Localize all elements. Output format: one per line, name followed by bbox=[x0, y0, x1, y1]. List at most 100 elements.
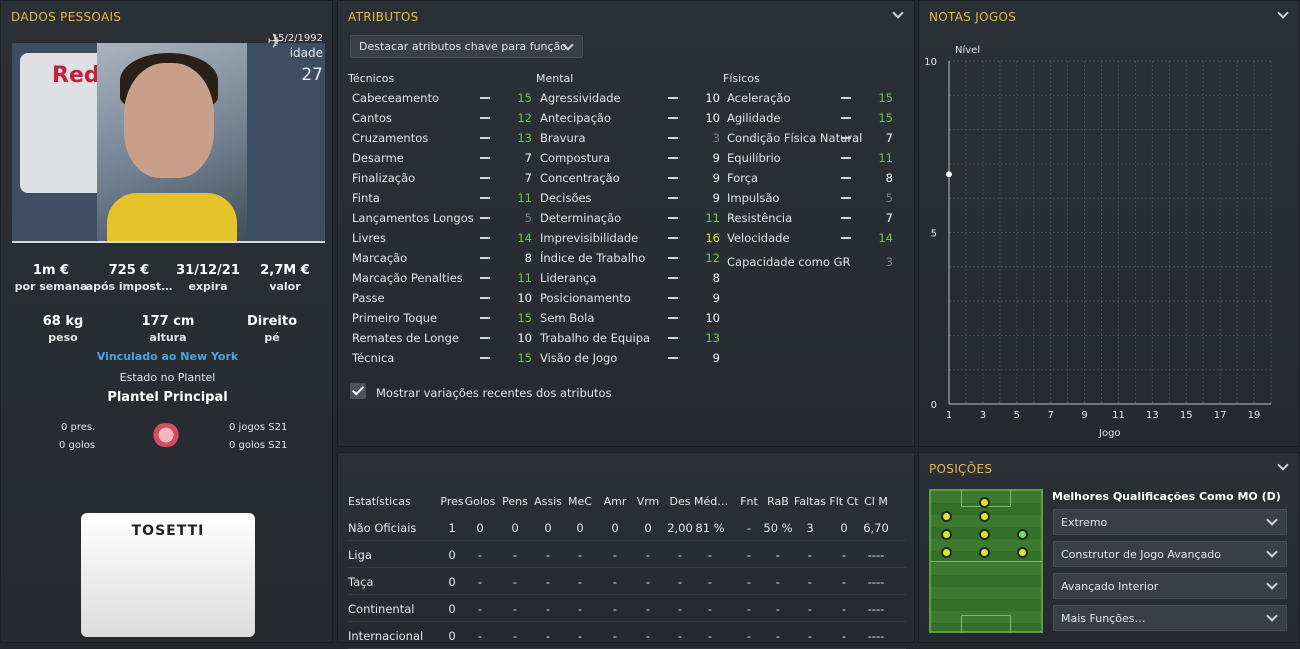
role-select-3[interactable]: Avançado Interior bbox=[1053, 573, 1287, 599]
attribute-value: 13 bbox=[705, 331, 720, 345]
attribute-name: Cabeceamento bbox=[352, 91, 440, 105]
mental-attribute-row: Índice de Trabalho 12 bbox=[540, 248, 720, 268]
attribute-name: Determinação bbox=[540, 211, 622, 225]
attribute-change-indicator bbox=[841, 157, 851, 159]
attribute-change-indicator bbox=[668, 357, 678, 359]
attribute-name: Resistência bbox=[727, 211, 793, 225]
role-select-1[interactable]: Extremo bbox=[1053, 509, 1287, 535]
attribute-value: 9 bbox=[712, 291, 720, 305]
stats-header[interactable]: RaB bbox=[762, 495, 794, 508]
positions-title: POSIÇÕES bbox=[929, 462, 993, 476]
stats-cell: - bbox=[577, 602, 583, 616]
stats-header[interactable]: Méd… bbox=[694, 495, 728, 508]
attribute-value: 9 bbox=[712, 351, 720, 365]
mental-attribute-row: Liderança 8 bbox=[540, 268, 720, 288]
attribute-change-indicator bbox=[668, 137, 678, 139]
attribute-name: Índice de Trabalho bbox=[540, 251, 646, 265]
attribute-name: Antecipação bbox=[540, 111, 612, 125]
stats-header[interactable]: Flt Ct bbox=[828, 495, 860, 508]
technical-attribute-row: Remates de Longe 10 bbox=[352, 328, 532, 348]
position-ml-dot bbox=[941, 547, 952, 558]
stats-header[interactable]: Faltas bbox=[794, 495, 826, 508]
attribute-name: Concentração bbox=[540, 171, 620, 185]
age-label: idade bbox=[289, 46, 323, 60]
personal-panel: DADOS PESSOAIS Red ✈ 15/2/1992 idade 27 … bbox=[0, 0, 333, 643]
shirt-name: TOSETTI bbox=[131, 523, 205, 539]
wage-stat: 1m € por semana bbox=[14, 263, 88, 293]
position-amr-dot bbox=[1017, 529, 1028, 540]
attribute-name: Visão de Jogo bbox=[540, 351, 618, 365]
position-amc-dot bbox=[979, 511, 990, 522]
role-select-2[interactable]: Construtor de Jogo Avançado bbox=[1053, 541, 1287, 567]
attribute-change-indicator bbox=[668, 257, 678, 259]
stats-header[interactable]: Golos bbox=[464, 495, 496, 508]
stats-header[interactable]: Fnt bbox=[733, 495, 765, 508]
technical-attribute-row: Primeiro Toque 15 bbox=[352, 308, 532, 328]
stats-header[interactable]: Pens bbox=[499, 495, 531, 508]
technical-attribute-row: Lançamentos Longos 5 bbox=[352, 208, 532, 228]
more-roles-select[interactable]: Mais Funções… bbox=[1053, 605, 1287, 631]
stats-row-label: Continental bbox=[348, 602, 415, 616]
pitch-box-bottom bbox=[961, 615, 1011, 633]
squad-status-label: Estado no Plantel bbox=[119, 371, 216, 384]
collapse-attributes-icon[interactable] bbox=[892, 9, 904, 21]
gk-ability-label: Capacidade como GR bbox=[727, 255, 851, 269]
squad-status: Plantel Principal bbox=[107, 390, 228, 405]
position-mr-dot bbox=[1017, 547, 1028, 558]
gk-ability-row: Capacidade como GR 3 bbox=[727, 252, 905, 272]
collapse-positions-icon[interactable] bbox=[1277, 461, 1289, 473]
attribute-change-indicator bbox=[841, 117, 851, 119]
attribute-change-indicator bbox=[668, 157, 678, 159]
highlight-dropdown[interactable]: Destacar atributos chave para função bbox=[350, 35, 583, 58]
technical-header: Técnicos bbox=[348, 72, 395, 85]
attribute-name: Finta bbox=[352, 191, 380, 205]
attribute-change-indicator bbox=[480, 277, 490, 279]
contract-link[interactable]: Vinculado ao New York bbox=[1, 350, 334, 363]
stats-header[interactable]: Assis bbox=[532, 495, 564, 508]
attribute-name: Agressividade bbox=[540, 91, 621, 105]
attribute-change-indicator bbox=[668, 217, 678, 219]
stats-header[interactable]: MeC bbox=[564, 495, 596, 508]
attribute-name: Primeiro Toque bbox=[352, 311, 438, 325]
mental-attribute-row: Posicionamento 9 bbox=[540, 288, 720, 308]
positions-panel: POSIÇÕES Melhores Qualificações Como MO … bbox=[918, 452, 1300, 643]
technical-attribute-row: Técnica 15 bbox=[352, 348, 532, 368]
stats-cell: - bbox=[577, 629, 583, 643]
show-changes-checkbox[interactable] bbox=[350, 383, 366, 399]
appearances: 0 pres. bbox=[61, 422, 96, 433]
date-of-birth: 15/2/1992 bbox=[271, 33, 323, 44]
attribute-name: Técnica bbox=[352, 351, 395, 365]
technical-attribute-row: Cruzamentos 13 bbox=[352, 128, 532, 148]
attribute-name: Passe bbox=[352, 291, 385, 305]
match-ratings-panel: NOTAS JOGOS Nível Jogo 10 5 0 1 3 5 7 9 11 13 15 17… bbox=[918, 0, 1300, 447]
pitch-halfway-line bbox=[931, 561, 1041, 562]
shirt-card: TOSETTI bbox=[81, 513, 255, 637]
attribute-name: Equilíbrio bbox=[727, 151, 781, 165]
attribute-change-indicator bbox=[480, 257, 490, 259]
attribute-value: 9 bbox=[712, 171, 720, 185]
attribute-value: 10 bbox=[705, 91, 720, 105]
technical-attribute-row: Finta 11 bbox=[352, 188, 532, 208]
nation-flag-icon bbox=[149, 423, 183, 447]
attribute-value: 16 bbox=[705, 231, 720, 245]
attribute-value: 13 bbox=[517, 131, 532, 145]
stats-cell: - bbox=[477, 602, 483, 616]
attribute-change-indicator bbox=[480, 357, 490, 359]
attribute-change-indicator bbox=[668, 117, 678, 119]
chart-x-tick: 11 bbox=[1112, 410, 1125, 421]
stats-header[interactable]: Cl M bbox=[860, 495, 892, 508]
stats-header[interactable]: Estatísticas bbox=[348, 495, 411, 508]
goals: 0 golos bbox=[59, 440, 96, 451]
stats-header[interactable]: Des bbox=[664, 495, 696, 508]
attribute-change-indicator bbox=[668, 297, 678, 299]
stats-header[interactable]: Vrm bbox=[632, 495, 664, 508]
attribute-value: 15 bbox=[517, 91, 532, 105]
technical-attribute-row: Finalização 7 bbox=[352, 168, 532, 188]
weight-stat: 68 kg peso bbox=[42, 314, 84, 344]
stats-header[interactable]: Amr bbox=[599, 495, 631, 508]
mental-attribute-row: Agressividade 10 bbox=[540, 88, 720, 108]
attribute-change-indicator bbox=[480, 297, 490, 299]
chevron-down-icon bbox=[1266, 516, 1278, 528]
attribute-change-indicator bbox=[480, 217, 490, 219]
chevron-down-icon bbox=[1266, 548, 1278, 560]
